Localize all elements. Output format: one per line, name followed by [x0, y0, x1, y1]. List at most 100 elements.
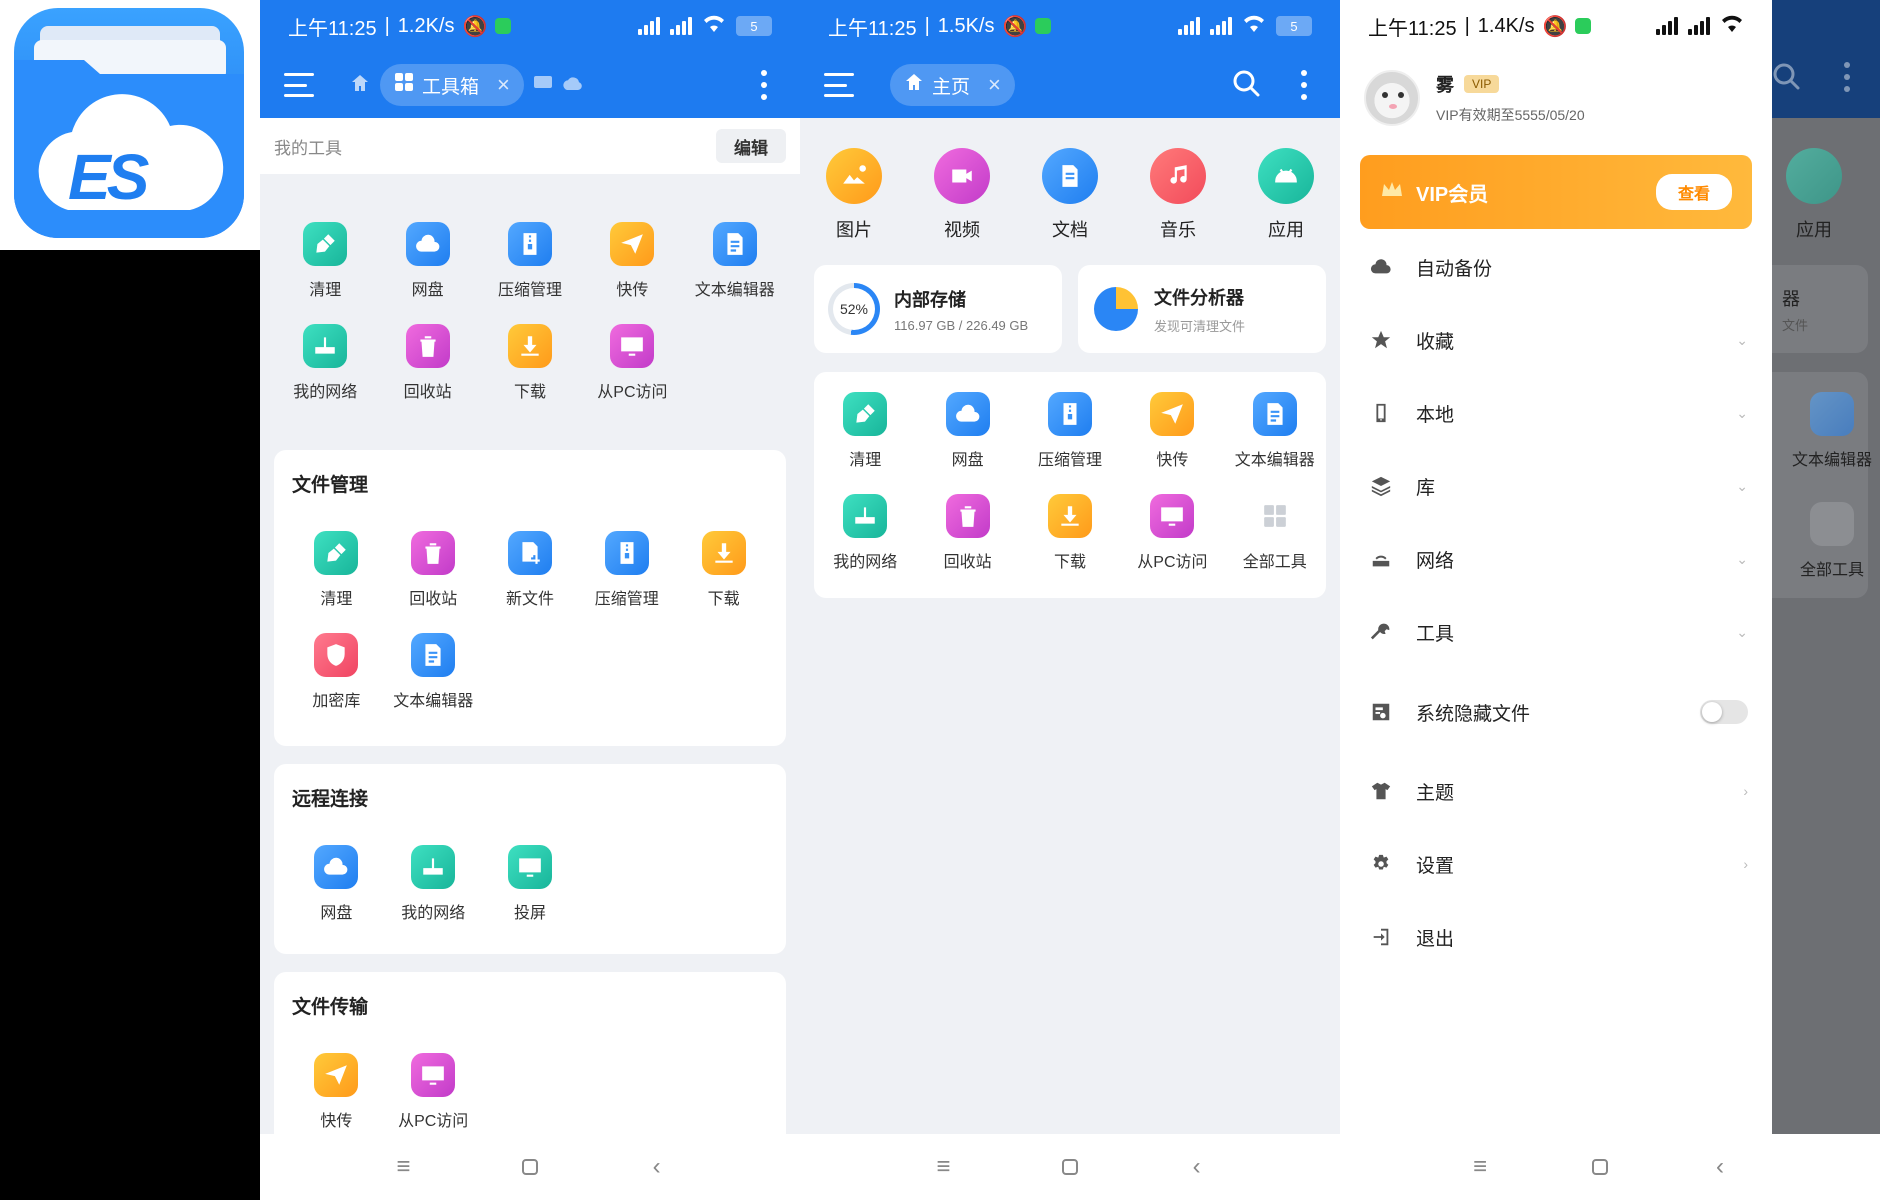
- category-apps[interactable]: 应用: [1232, 148, 1340, 242]
- menu-library[interactable]: 库 ⌄: [1368, 466, 1748, 506]
- tool-pc-access[interactable]: 从PC访问: [581, 324, 683, 402]
- category-documents[interactable]: 文档: [1016, 148, 1124, 242]
- close-tab-icon[interactable]: ×: [497, 72, 510, 98]
- peek-apps-category: 应用: [1786, 148, 1842, 242]
- tool-my-network[interactable]: 我的网络: [385, 845, 482, 923]
- menu-local[interactable]: 本地 ⌄: [1368, 393, 1748, 433]
- tool-clean[interactable]: 清理: [274, 222, 376, 300]
- tool-quick-send[interactable]: 快传: [1121, 392, 1223, 470]
- user-profile[interactable]: 雾 VIP VIP有效期至5555/05/20: [1364, 70, 1585, 126]
- tab-home[interactable]: 主页 ×: [890, 64, 1015, 106]
- chevron-right-icon: ›: [1743, 856, 1748, 872]
- tool-pc-access[interactable]: 从PC访问: [1121, 494, 1223, 572]
- close-tab-icon[interactable]: ×: [988, 72, 1001, 98]
- vip-banner-label: VIP会员: [1416, 183, 1489, 206]
- menu-icon[interactable]: [284, 73, 314, 97]
- star-icon: [1368, 327, 1394, 353]
- screen-tab-icon[interactable]: [533, 75, 552, 95]
- tool-my-network[interactable]: 我的网络: [814, 494, 916, 572]
- system-nav-bar: ≡ ‹: [1340, 1134, 1880, 1200]
- tool-all-tools[interactable]: 全部工具: [1224, 494, 1326, 572]
- tool-pc-access[interactable]: 从PC访问: [385, 1053, 482, 1131]
- tool-cloud-drive[interactable]: 网盘: [916, 392, 1018, 470]
- back-icon[interactable]: ‹: [1700, 1147, 1740, 1187]
- tool-recycle-bin[interactable]: 回收站: [376, 324, 478, 402]
- trash-icon: [411, 531, 456, 575]
- tool-quick-send[interactable]: 快传: [581, 222, 683, 300]
- home-nav-icon[interactable]: [1580, 1147, 1620, 1187]
- more-options-icon[interactable]: [752, 70, 776, 100]
- tool-cloud-drive[interactable]: 网盘: [376, 222, 478, 300]
- tool-download[interactable]: 下载: [675, 531, 772, 609]
- tool-new-file[interactable]: 新文件: [482, 531, 579, 609]
- cloud-tab-icon[interactable]: [562, 76, 582, 95]
- app-bar: 工具箱 ×: [260, 52, 800, 118]
- storage-percent: 52%: [833, 288, 875, 330]
- menu-icon[interactable]: [824, 73, 854, 97]
- recents-icon[interactable]: ≡: [383, 1147, 423, 1187]
- document-edit-icon: [712, 222, 757, 266]
- download-icon: [507, 324, 552, 368]
- tool-vault[interactable]: 加密库: [288, 633, 385, 711]
- tool-recycle-bin[interactable]: 回收站: [385, 531, 482, 609]
- tool-download[interactable]: 下载: [1019, 494, 1121, 572]
- signal-icon: [1178, 17, 1200, 35]
- signal-icon: [1210, 17, 1232, 35]
- home-icon[interactable]: [350, 73, 370, 98]
- monitor-icon: [411, 1053, 456, 1097]
- tool-clean[interactable]: 清理: [814, 392, 916, 470]
- tab-toolbox[interactable]: 工具箱 ×: [380, 64, 524, 106]
- tool-cast-screen[interactable]: 投屏: [482, 845, 579, 923]
- menu-exit[interactable]: 退出: [1368, 917, 1748, 957]
- tshirt-icon: [1368, 778, 1394, 804]
- file-analyzer-card[interactable]: 文件分析器 发现可清理文件: [1078, 265, 1326, 353]
- zip-icon: [507, 222, 552, 266]
- tool-text-editor[interactable]: 文本编辑器: [684, 222, 786, 300]
- tool-compress[interactable]: 压缩管理: [479, 222, 581, 300]
- internal-storage-card[interactable]: 52% 内部存储 116.97 GB / 226.49 GB: [814, 265, 1062, 353]
- menu-hidden-files[interactable]: 系统隐藏文件: [1368, 692, 1748, 732]
- es-app-logo: ES: [0, 0, 260, 250]
- back-icon[interactable]: ‹: [1177, 1147, 1217, 1187]
- tool-text-editor[interactable]: 文本编辑器: [385, 633, 482, 711]
- section-remote-connection: 远程连接 网盘 我的网络 投屏: [274, 764, 786, 954]
- category-videos[interactable]: 视频: [908, 148, 1016, 242]
- tool-cloud-drive[interactable]: 网盘: [288, 845, 385, 923]
- search-icon[interactable]: [1232, 69, 1260, 102]
- toolbox-screen: 上午11:25 | 1.2K/s 🔕 5 工具箱 × 我的工具 编辑 清理 网盘…: [260, 0, 800, 1200]
- vip-view-button[interactable]: 查看: [1655, 174, 1732, 210]
- tool-clean[interactable]: 清理: [288, 531, 385, 609]
- vip-badge: VIP: [1464, 75, 1500, 93]
- cloud-icon: [405, 222, 450, 266]
- edit-button[interactable]: 编辑: [716, 129, 786, 163]
- category-music[interactable]: 音乐: [1124, 148, 1232, 242]
- home-nav-icon[interactable]: [1050, 1147, 1090, 1187]
- hidden-files-toggle[interactable]: [1700, 700, 1748, 724]
- home-nav-icon[interactable]: [510, 1147, 550, 1187]
- tool-download[interactable]: 下载: [479, 324, 581, 402]
- video-icon: [934, 148, 990, 204]
- menu-auto-backup[interactable]: 自动备份: [1368, 247, 1748, 287]
- tool-my-network[interactable]: 我的网络: [274, 324, 376, 402]
- tool-compress[interactable]: 压缩管理: [1019, 392, 1121, 470]
- menu-favorites[interactable]: 收藏 ⌄: [1368, 320, 1748, 360]
- signal-icon: [670, 17, 692, 35]
- recents-icon[interactable]: ≡: [1460, 1147, 1500, 1187]
- category-images[interactable]: 图片: [800, 148, 908, 242]
- tool-text-editor[interactable]: 文本编辑器: [1224, 392, 1326, 470]
- recents-icon[interactable]: ≡: [923, 1147, 963, 1187]
- download-icon: [701, 531, 746, 575]
- tool-compress[interactable]: 压缩管理: [578, 531, 675, 609]
- back-icon[interactable]: ‹: [637, 1147, 677, 1187]
- menu-settings[interactable]: 设置 ›: [1368, 844, 1748, 884]
- tool-recycle-bin[interactable]: 回收站: [916, 494, 1018, 572]
- vip-banner[interactable]: VIP会员 查看: [1360, 155, 1752, 229]
- menu-theme[interactable]: 主题 ›: [1368, 771, 1748, 811]
- more-options-icon[interactable]: [1292, 70, 1316, 100]
- menu-network[interactable]: 网络 ⌄: [1368, 539, 1748, 579]
- status-bar: 上午11:25 | 1.2K/s 🔕 5: [260, 0, 800, 52]
- storage-ring: 52%: [828, 283, 880, 335]
- my-tools-label: 我的工具: [274, 138, 342, 158]
- tool-quick-send[interactable]: 快传: [288, 1053, 385, 1131]
- menu-tools[interactable]: 工具 ⌄: [1368, 612, 1748, 652]
